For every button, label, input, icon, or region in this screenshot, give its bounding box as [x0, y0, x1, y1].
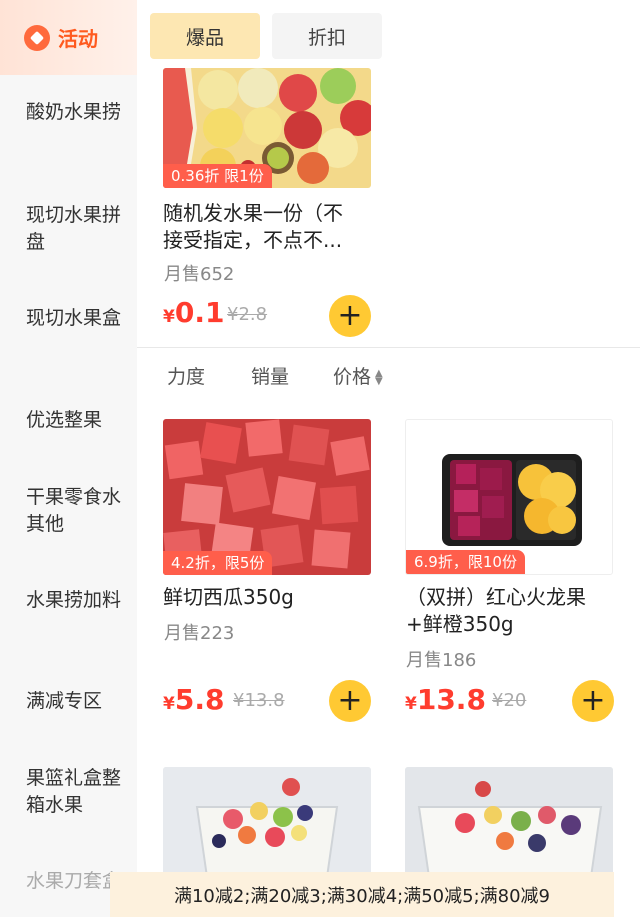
plus-icon: + — [580, 683, 606, 718]
sale-price: ¥5.8 — [163, 683, 224, 716]
sidebar-item-toppings[interactable]: 水果捞加料 — [26, 587, 126, 614]
sort-strength[interactable]: 力度 — [167, 362, 205, 389]
tab-hot[interactable]: 爆品 — [150, 13, 260, 59]
monthly-sales: 月售652 — [164, 264, 235, 285]
promo-discount-bar: 满10减2;满20减3;满30减4;满50减5;满80减9 — [110, 872, 614, 917]
featured-product-image[interactable]: 0.36折 限1份 — [163, 68, 371, 188]
product-image-dragonfruit-orange[interactable]: 6.9折，限10份 — [405, 419, 613, 575]
add-to-cart-button[interactable]: + — [329, 680, 371, 722]
monthly-sales: 月售223 — [164, 623, 235, 644]
tag-icon — [24, 24, 50, 51]
price-value: 5.8 — [174, 683, 225, 716]
yogurt-fruit-bowl-photo — [405, 767, 613, 877]
sidebar-item-whole-fruit[interactable]: 优选整果 — [26, 407, 126, 434]
category-sidebar: 活动 酸奶水果捞 现切水果拼盘 现切水果盒 优选整果 干果零食水其他 水果捞加料… — [0, 0, 137, 917]
price-value: 0.1 — [174, 296, 225, 329]
yogurt-fruit-bowl-photo — [163, 767, 371, 877]
original-price: ¥20 — [492, 690, 527, 711]
sidebar-item-dried-snacks[interactable]: 干果零食水其他 — [26, 484, 126, 538]
sort-arrows-icon: ▲ ▼ — [375, 367, 383, 387]
product-image-yogurt-bowl-2[interactable] — [405, 767, 613, 877]
title-line: 随机发水果一份（不 — [163, 201, 343, 225]
add-to-cart-button[interactable]: + — [572, 680, 614, 722]
product-image-watermelon[interactable]: 4.2折，限5份 — [163, 419, 371, 575]
sale-price: ¥13.8 — [405, 683, 486, 716]
sidebar-item-discount-zone[interactable]: 满减专区 — [26, 688, 126, 715]
sidebar-item-activity[interactable]: 活动 — [0, 0, 137, 75]
monthly-sales: 月售186 — [406, 650, 477, 671]
title-line: +鲜橙350g — [406, 612, 514, 636]
price-value: 13.8 — [416, 683, 486, 716]
currency-symbol: ¥ — [163, 307, 175, 327]
sidebar-item-gift-box[interactable]: 果篮礼盒整箱水果 — [26, 765, 126, 819]
sidebar-item-fresh-cut-box[interactable]: 现切水果盒 — [26, 305, 126, 332]
add-to-cart-button[interactable]: + — [329, 295, 371, 337]
discount-badge: 6.9折，限10份 — [406, 550, 525, 574]
sort-sales[interactable]: 销量 — [251, 362, 289, 389]
sort-price[interactable]: 价格 ▲ ▼ — [333, 362, 383, 389]
title-line: （双拼）红心火龙果 — [406, 585, 586, 609]
tab-discount[interactable]: 折扣 — [272, 13, 382, 59]
currency-symbol: ¥ — [405, 694, 417, 714]
product-title[interactable]: （双拼）红心火龙果 +鲜橙350g — [406, 584, 626, 638]
featured-product-title[interactable]: 随机发水果一份（不 接受指定，不点不... — [163, 200, 383, 254]
product-image-yogurt-bowl[interactable] — [163, 767, 371, 877]
currency-symbol: ¥ — [163, 694, 175, 714]
discount-badge: 0.36折 限1份 — [163, 164, 272, 188]
title-line: 接受指定，不点不... — [163, 228, 343, 252]
sidebar-item-label: 活动 — [58, 27, 98, 51]
sidebar-item-yogurt-fruit[interactable]: 酸奶水果捞 — [26, 99, 126, 126]
discount-badge: 4.2折，限5份 — [163, 551, 273, 575]
divider — [137, 347, 640, 348]
sidebar-item-fresh-cut-platter[interactable]: 现切水果拼盘 — [26, 202, 126, 256]
product-title[interactable]: 鲜切西瓜350g — [163, 584, 294, 611]
sort-price-label: 价格 — [333, 366, 372, 388]
plus-icon: + — [337, 298, 363, 333]
original-price: ¥13.8 — [233, 690, 285, 711]
plus-icon: + — [337, 683, 363, 718]
original-price: ¥2.8 — [227, 304, 268, 325]
sale-price: ¥0.1 — [163, 296, 224, 329]
